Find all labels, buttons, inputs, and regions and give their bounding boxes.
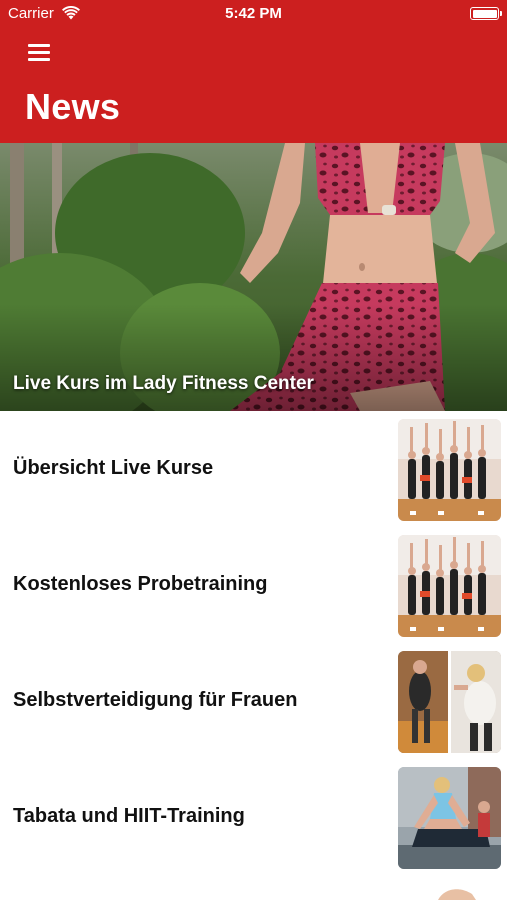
featured-yoga-image xyxy=(0,143,507,411)
header-bar: Carrier 5:42 PM News xyxy=(0,0,507,143)
self-defense-training-thumbnail xyxy=(398,651,501,753)
news-item-title: Kostenloses Probetraining xyxy=(13,573,268,595)
news-list: Übersicht Live Kurse Kostenloses Probetr… xyxy=(0,411,507,875)
list-item[interactable]: Selbstverteidigung für Frauen xyxy=(0,643,507,759)
group-dance-class-thumbnail xyxy=(398,419,501,521)
list-item[interactable]: Kostenloses Probetraining xyxy=(0,527,507,643)
news-item-title: Übersicht Live Kurse xyxy=(13,457,214,479)
status-time: 5:42 PM xyxy=(225,5,282,22)
page-title: News xyxy=(25,86,121,127)
news-item-title: Tabata und HIIT-Training xyxy=(13,805,245,827)
list-item[interactable]: Tabata und HIIT-Training xyxy=(0,759,507,875)
stretching-woman-thumbnail xyxy=(398,767,501,869)
group-dance-class-thumbnail xyxy=(398,535,501,637)
news-item-title: Selbstverteidigung für Frauen xyxy=(13,689,298,711)
list-item[interactable]: Übersicht Live Kurse xyxy=(0,411,507,527)
news-screen: Carrier 5:42 PM News Live Kurs im Lady F… xyxy=(0,0,507,900)
battery-icon xyxy=(470,7,502,20)
hamburger-menu-icon[interactable] xyxy=(24,40,58,66)
featured-caption: Live Kurs im Lady Fitness Center xyxy=(13,373,314,394)
featured-news-card[interactable]: Live Kurs im Lady Fitness Center xyxy=(0,143,507,411)
next-item-thumbnail-peek xyxy=(398,882,501,900)
status-bar: Carrier 5:42 PM xyxy=(0,0,507,28)
